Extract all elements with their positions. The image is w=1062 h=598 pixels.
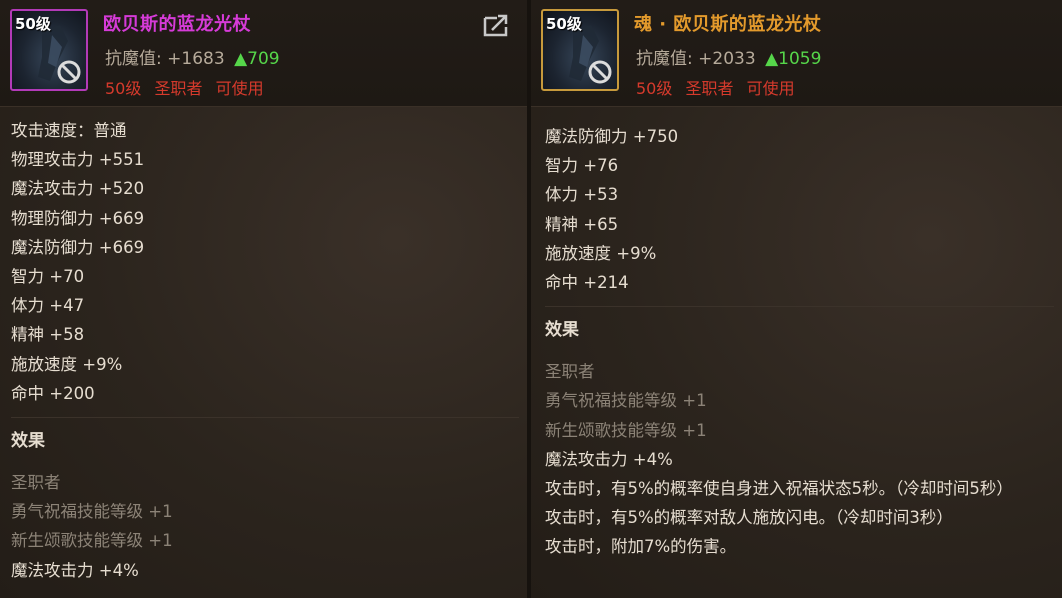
ban-icon xyxy=(588,60,612,84)
required-class: 圣职者 xyxy=(154,79,203,98)
tooltip-header: 50级 魂 · 欧贝斯的蓝龙光杖 抗魔值: +2033 ▲1059 50级 圣职… xyxy=(531,0,1062,107)
effect-line: 勇气祝福技能等级 +1 xyxy=(545,391,707,411)
item-tooltip-right: 50级 魂 · 欧贝斯的蓝龙光杖 抗魔值: +2033 ▲1059 50级 圣职… xyxy=(531,0,1062,598)
stat-line: 施放速度 +9% xyxy=(11,354,123,374)
stat-line: 物理防御力 +669 xyxy=(11,208,145,228)
resist-bonus: ▲1059 xyxy=(765,49,822,69)
stat-line: 精神 +58 xyxy=(11,325,85,345)
stat-line: 魔法防御力 +750 xyxy=(545,127,679,146)
resist-value: +2033 xyxy=(698,49,756,69)
stat-line: 魔法防御力 +669 xyxy=(11,237,145,257)
item-level-badge: 50级 xyxy=(546,15,582,33)
effects-title: 效果 xyxy=(11,431,45,452)
stat-line: 施放速度 +9% xyxy=(545,243,657,263)
section-divider xyxy=(545,306,1054,315)
requirement-row: 50级 圣职者 可使用 xyxy=(636,75,803,99)
stat-line: 体力 +53 xyxy=(545,185,619,205)
resist-bonus: ▲709 xyxy=(234,49,280,69)
resist-label: 抗魔值: xyxy=(636,49,693,69)
ban-icon xyxy=(57,60,81,84)
stat-line: 体力 +47 xyxy=(11,296,85,316)
effect-line: 攻击时，有5%的概率使自身进入祝福状态5秒。（冷却时间5秒） xyxy=(545,479,1013,499)
effect-line: 圣职者 xyxy=(11,473,61,493)
resist-row: 抗魔值: +1683 ▲709 xyxy=(105,44,280,69)
effect-line: 魔法攻击力 +4% xyxy=(545,449,673,469)
stat-line: 命中 +200 xyxy=(11,383,95,403)
stat-line: 智力 +70 xyxy=(11,267,85,287)
usable-status: 可使用 xyxy=(215,79,264,98)
stat-line: 攻击速度：普通 xyxy=(11,121,127,140)
effects-title: 效果 xyxy=(545,320,579,341)
item-name: 魂 · 欧贝斯的蓝龙光杖 xyxy=(634,14,822,35)
required-level: 50级 xyxy=(105,79,142,98)
effect-line: 攻击时，有5%的概率对敌人施放闪电。（冷却时间3秒） xyxy=(545,508,953,528)
stat-list: 攻击速度：普通 物理攻击力 +551 魔法攻击力 +520 物理防御力 +669… xyxy=(11,116,519,585)
resist-label: 抗魔值: xyxy=(105,49,162,69)
effect-line: 勇气祝福技能等级 +1 xyxy=(11,502,173,522)
share-icon[interactable] xyxy=(482,12,512,38)
stat-list: 魔法防御力 +750 智力 +76 体力 +53 精神 +65 施放速度 +9%… xyxy=(545,122,1054,561)
item-icon[interactable]: 50级 xyxy=(541,9,619,91)
tooltip-header: 50级 欧贝斯的蓝龙光杖 抗魔值: +1683 ▲709 50级 圣职者 可使用 xyxy=(0,0,527,107)
item-tooltip-left: 50级 欧贝斯的蓝龙光杖 抗魔值: +1683 ▲709 50级 圣职者 可使用… xyxy=(0,0,527,598)
item-icon[interactable]: 50级 xyxy=(10,9,88,91)
effect-line: 新生颂歌技能等级 +1 xyxy=(545,420,707,440)
effect-line: 圣职者 xyxy=(545,362,595,382)
required-level: 50级 xyxy=(636,79,673,98)
requirement-row: 50级 圣职者 可使用 xyxy=(105,75,272,99)
stat-line: 精神 +65 xyxy=(545,214,619,234)
stat-line: 魔法攻击力 +520 xyxy=(11,179,145,199)
item-level-badge: 50级 xyxy=(15,15,51,33)
item-name: 欧贝斯的蓝龙光杖 xyxy=(103,14,251,35)
effect-line: 新生颂歌技能等级 +1 xyxy=(11,531,173,551)
stat-line: 命中 +214 xyxy=(545,273,629,293)
resist-row: 抗魔值: +2033 ▲1059 xyxy=(636,44,821,69)
stat-line: 物理攻击力 +551 xyxy=(11,150,145,170)
section-divider xyxy=(11,417,519,426)
stat-line: 智力 +76 xyxy=(545,156,619,176)
required-class: 圣职者 xyxy=(685,79,734,98)
resist-value: +1683 xyxy=(167,49,225,69)
usable-status: 可使用 xyxy=(746,79,795,98)
effect-line: 魔法攻击力 +4% xyxy=(11,560,139,580)
effect-line: 攻击时，附加7%的伤害。 xyxy=(545,537,737,557)
